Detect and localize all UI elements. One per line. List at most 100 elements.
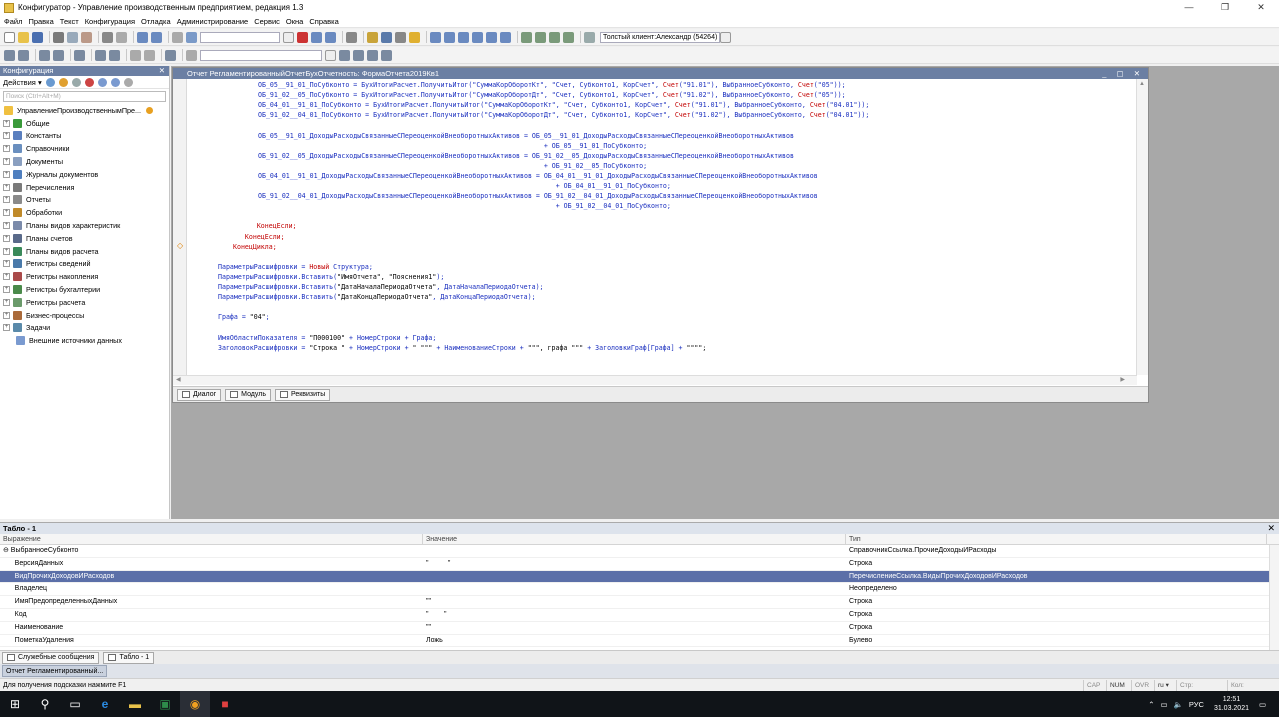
- comment-icon[interactable]: [130, 49, 141, 61]
- settings-icon[interactable]: [584, 31, 595, 43]
- menu-debug[interactable]: Отладка: [141, 17, 171, 26]
- tree-item[interactable]: + Журналы документов: [0, 168, 169, 181]
- module-icon[interactable]: [74, 49, 85, 61]
- delete-icon[interactable]: [84, 77, 94, 87]
- add-icon[interactable]: [45, 77, 55, 87]
- expand-icon[interactable]: +: [3, 234, 10, 242]
- menu-file[interactable]: Файл: [4, 17, 22, 26]
- column-expression[interactable]: Выражение: [0, 534, 423, 544]
- windows-start-icon[interactable]: ⊞: [0, 691, 30, 717]
- code-editor[interactable]: ОБ_05__91_01_ПоСубконто = БухИтогиРасчет…: [188, 81, 1133, 373]
- table-row[interactable]: Наименование "" Строка: [0, 622, 1279, 635]
- edit-icon[interactable]: [58, 77, 68, 87]
- close-icon[interactable]: ✕: [1267, 523, 1275, 534]
- chevron-down-icon[interactable]: [325, 49, 336, 61]
- step-over-icon[interactable]: [444, 31, 455, 43]
- expand-icon[interactable]: +: [3, 183, 10, 191]
- expand-icon[interactable]: +: [3, 311, 10, 319]
- menu-configuration[interactable]: Конфигурация: [85, 17, 135, 26]
- actions-menu[interactable]: Действия ▾: [3, 78, 42, 87]
- find-icon[interactable]: [172, 31, 183, 43]
- tree-item[interactable]: + Планы видов характеристик: [0, 219, 169, 232]
- chevron-down-icon[interactable]: [283, 31, 294, 43]
- tree-item[interactable]: + Перечисления: [0, 181, 169, 194]
- run-icon[interactable]: [409, 31, 420, 43]
- save-icon[interactable]: [32, 31, 43, 43]
- filter-icon[interactable]: [123, 77, 133, 87]
- expand-icon[interactable]: +: [3, 222, 10, 230]
- undo-icon[interactable]: [137, 31, 148, 43]
- goto-icon[interactable]: [339, 49, 350, 61]
- debug-icon[interactable]: [367, 31, 378, 43]
- volume-icon[interactable]: 🔈: [1174, 700, 1183, 709]
- table-row[interactable]: Код " " Строка: [0, 609, 1279, 622]
- procedure-icon[interactable]: [186, 49, 197, 61]
- close-button[interactable]: ✕: [1243, 0, 1279, 15]
- expand-icon[interactable]: +: [3, 298, 10, 306]
- chevron-down-icon[interactable]: [720, 31, 732, 43]
- menu-service[interactable]: Сервис: [254, 17, 280, 26]
- expand-icon[interactable]: +: [3, 170, 10, 178]
- menu-windows[interactable]: Окна: [286, 17, 303, 26]
- watch-scrollbar[interactable]: [1269, 545, 1279, 650]
- horizontal-scrollbar[interactable]: ◀ ▶: [173, 375, 1137, 385]
- app-icon[interactable]: ■: [210, 691, 240, 717]
- search-input[interactable]: [200, 31, 280, 43]
- file-explorer-icon[interactable]: ▬: [120, 691, 150, 717]
- table-row[interactable]: ВидПрочихДоходовИРасходов ПеречислениеСсы…: [0, 570, 1279, 584]
- paste-icon[interactable]: [81, 31, 92, 43]
- update-icon[interactable]: [395, 31, 406, 43]
- tab-attributes[interactable]: Реквизиты: [274, 388, 331, 401]
- configuration-search-input[interactable]: Поиск (Ctrl+Alt+M): [3, 91, 166, 102]
- tree-item[interactable]: + Планы видов расчета: [0, 245, 169, 258]
- tree-item[interactable]: + Документы: [0, 155, 169, 168]
- tab-service-messages[interactable]: Служебные сообщения: [2, 651, 100, 664]
- search-icon[interactable]: ⚲: [30, 691, 60, 717]
- properties-icon[interactable]: [4, 49, 15, 61]
- expand-icon[interactable]: +: [3, 145, 10, 153]
- step-out-icon[interactable]: [458, 31, 469, 43]
- threads-icon[interactable]: [563, 31, 574, 43]
- bookmark-icon[interactable]: [165, 49, 176, 61]
- expand-icon[interactable]: +: [3, 158, 10, 166]
- tab-watch[interactable]: Табло - 1: [103, 651, 155, 664]
- expand-icon[interactable]: +: [3, 209, 10, 217]
- task-view-icon[interactable]: ▭: [60, 691, 90, 717]
- tree-item-external-sources[interactable]: Внешние источники данных: [0, 334, 169, 347]
- collapse-icon[interactable]: [353, 49, 364, 61]
- expand-icon[interactable]: +: [3, 247, 10, 255]
- copy-icon[interactable]: [71, 77, 81, 87]
- editor-window-controls[interactable]: _ ▢ ✕: [1102, 68, 1144, 79]
- notifications-icon[interactable]: ▭: [1259, 700, 1279, 709]
- watch-icon[interactable]: [521, 31, 532, 43]
- tree-item[interactable]: + Отчеты: [0, 194, 169, 207]
- close-icon[interactable]: ✕: [159, 66, 165, 76]
- step-into-icon[interactable]: [430, 31, 441, 43]
- minimize-button[interactable]: —: [1171, 0, 1207, 15]
- edge-browser-icon[interactable]: e: [90, 691, 120, 717]
- search-icon[interactable]: [186, 31, 197, 43]
- move-up-icon[interactable]: [97, 77, 107, 87]
- tree-item[interactable]: + Константы: [0, 130, 169, 143]
- scroll-up-icon[interactable]: ▲: [1139, 81, 1145, 87]
- expand-icon[interactable]: +: [3, 196, 10, 204]
- designer-icon[interactable]: [381, 31, 392, 43]
- menu-text[interactable]: Текст: [60, 17, 79, 26]
- stack-icon[interactable]: [549, 31, 560, 43]
- scroll-left-icon[interactable]: ◀: [176, 376, 181, 383]
- tray-chevron-icon[interactable]: ⌃: [1148, 700, 1154, 709]
- menu-administration[interactable]: Администрирование: [177, 17, 249, 26]
- table-icon[interactable]: [39, 49, 50, 61]
- excel-icon[interactable]: ▣: [150, 691, 180, 717]
- cut-icon[interactable]: [53, 31, 64, 43]
- tree-item[interactable]: + Обработки: [0, 206, 169, 219]
- tree-item[interactable]: + Общие: [0, 117, 169, 130]
- tree-item[interactable]: + Планы счетов: [0, 232, 169, 245]
- window-list-item[interactable]: Отчет Регламентированный...: [2, 665, 108, 677]
- format-icon[interactable]: [381, 49, 392, 61]
- open-folder-icon[interactable]: [18, 31, 29, 43]
- grid-icon[interactable]: [53, 49, 64, 61]
- table-row[interactable]: Владелец Неопределено: [0, 583, 1279, 597]
- stop-icon[interactable]: [500, 31, 511, 43]
- tree-item[interactable]: + Регистры бухгалтерии: [0, 283, 169, 296]
